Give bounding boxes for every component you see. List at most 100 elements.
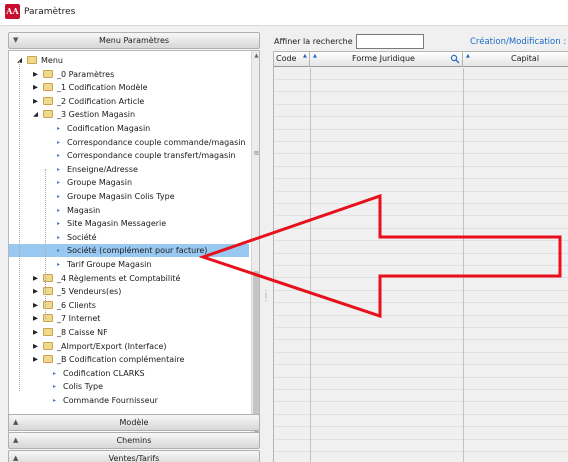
tree-leaf-item[interactable]: ▸ Commande Fournisseur xyxy=(9,394,249,407)
table-row[interactable] xyxy=(274,204,568,217)
tree-leaf-item[interactable]: ▸ Colis Type xyxy=(9,380,249,393)
accordion-header-label: Ventes/Tarifs xyxy=(108,454,160,462)
expand-icon[interactable]: ▶ xyxy=(31,81,40,94)
folder-icon xyxy=(43,69,53,78)
tree-leaf-item[interactable]: ▸ Correspondance couple commande/magasin xyxy=(9,136,249,149)
leaf-bullet-icon: ▸ xyxy=(57,125,61,132)
title-bar: AA Paramètres xyxy=(0,0,568,26)
table-row[interactable] xyxy=(274,440,568,452)
folder-icon xyxy=(43,355,53,364)
accordion-header-modele[interactable]: ▲ Modèle xyxy=(8,414,260,431)
tree-scrollbar[interactable]: ▲ ≡ ▼ xyxy=(251,51,259,439)
table-row[interactable] xyxy=(274,415,568,428)
window-title: Paramètres xyxy=(24,7,76,17)
tree-leaf-item[interactable]: ▸ Correspondance couple transfert/magasin xyxy=(9,149,249,162)
sort-icon[interactable]: ▲ xyxy=(466,52,470,60)
search-label: Affiner la recherche : xyxy=(274,37,358,46)
tree-item-label: Société (complément pour facture) xyxy=(67,246,208,256)
search-input[interactable] xyxy=(356,34,424,49)
column-header-forme-juridique[interactable]: ▲ Forme Juridique xyxy=(310,52,463,67)
table-row[interactable] xyxy=(274,142,568,155)
table-row[interactable] xyxy=(274,155,568,167)
expand-icon[interactable]: ▶ xyxy=(31,312,40,325)
table-row[interactable] xyxy=(274,452,568,462)
magnifier-icon[interactable] xyxy=(450,54,460,64)
sort-icon[interactable]: ▲ xyxy=(313,52,317,60)
leaf-bullet-icon: ▸ xyxy=(57,179,61,187)
table-row[interactable] xyxy=(274,341,568,353)
table-row[interactable] xyxy=(274,93,568,105)
expand-icon[interactable]: ▶ xyxy=(31,68,40,81)
tree-item-label: _2 Codification Article xyxy=(57,96,145,106)
table-row[interactable] xyxy=(274,118,568,130)
splitter-grip-icon: ⋮ ⋮ xyxy=(262,289,270,302)
table-row[interactable] xyxy=(274,291,568,304)
tree-item-label: _3 Gestion Magasin xyxy=(57,110,136,120)
table-row[interactable] xyxy=(274,254,568,266)
table-row[interactable] xyxy=(274,217,568,229)
table-row[interactable] xyxy=(274,316,568,328)
expand-icon[interactable]: ▶ xyxy=(31,95,40,108)
table-row[interactable] xyxy=(274,304,568,316)
accordion-header-chemins[interactable]: ▲ Chemins xyxy=(8,432,260,449)
table-row[interactable] xyxy=(274,192,568,204)
tree-item-label: _AImport/Export (Interface) xyxy=(57,341,167,351)
table-row[interactable] xyxy=(274,366,568,378)
tree-folder-item[interactable]: ▶ _0 Paramètres xyxy=(9,68,249,81)
expand-icon[interactable]: ▶ xyxy=(31,326,40,339)
tree-folder-item[interactable]: ▶ _8 Caisse NF xyxy=(9,326,249,339)
folder-icon xyxy=(43,328,53,336)
tree-folder-item[interactable]: ▶ _AImport/Export (Interface) xyxy=(9,340,249,353)
accordion-header-ventes-tarifs[interactable]: ▲ Ventes/Tarifs xyxy=(8,450,260,462)
expand-icon[interactable]: ▶ xyxy=(31,353,40,366)
expand-icon[interactable]: ▶ xyxy=(31,272,40,285)
table-row[interactable] xyxy=(274,266,568,279)
tree-item-label: Colis Type xyxy=(63,382,104,392)
tree-leaf-item[interactable]: ▸ Codification Magasin xyxy=(9,122,249,135)
table-row[interactable] xyxy=(274,105,568,118)
sort-icon[interactable]: ▲ xyxy=(303,52,307,60)
table-row[interactable] xyxy=(274,167,568,180)
tree-folder-item[interactable]: ◢ Menu xyxy=(9,54,249,67)
tree-item-label: Commande Fournisseur xyxy=(63,396,158,405)
column-header-capital[interactable]: ▲ Capital xyxy=(463,52,568,67)
collapse-icon[interactable]: ◢ xyxy=(31,108,40,121)
tree-folder-item[interactable]: ◢ _3 Gestion Magasin xyxy=(9,108,249,121)
table-row[interactable] xyxy=(274,353,568,366)
table-row[interactable] xyxy=(274,68,568,80)
tree-folder-item[interactable]: ▶ _1 Codification Modèle xyxy=(9,81,249,94)
tree-folder-item[interactable]: ▶ _B Codification complémentaire xyxy=(9,353,249,366)
tree-item-label: Codification CLARKS xyxy=(63,368,145,378)
leaf-bullet-icon: ▸ xyxy=(57,247,61,255)
accordion-header-menu-parametres[interactable]: ▼ Menu Paramètres xyxy=(8,32,260,49)
expand-icon[interactable]: ▶ xyxy=(31,340,40,353)
table-row[interactable] xyxy=(274,180,568,192)
table-row[interactable] xyxy=(274,390,568,403)
table-row[interactable] xyxy=(274,279,568,291)
column-header-code[interactable]: Code ▲ xyxy=(274,52,310,67)
table-row[interactable] xyxy=(274,428,568,440)
column-divider xyxy=(463,68,464,462)
tree-item-label: Groupe Magasin xyxy=(67,178,133,188)
table-row[interactable] xyxy=(274,328,568,341)
tree-leaf-item[interactable]: ▸ Codification CLARKS xyxy=(9,367,249,380)
table-row[interactable] xyxy=(274,80,568,93)
leaf-bullet-icon: ▸ xyxy=(57,206,61,214)
expand-icon[interactable]: ▶ xyxy=(31,299,40,312)
table-row[interactable] xyxy=(274,130,568,142)
tree-item-label: _4 Règlements et Comptabilité xyxy=(57,273,181,283)
grid-header: Code ▲ ▲ Forme Juridique ▲ Capital xyxy=(274,52,568,67)
scrollbar-thumb[interactable] xyxy=(253,271,259,431)
folder-icon xyxy=(43,96,53,105)
column-divider xyxy=(310,68,311,462)
expand-icon[interactable]: ▶ xyxy=(31,285,40,298)
table-row[interactable] xyxy=(274,403,568,415)
table-row[interactable] xyxy=(274,242,568,254)
panel-splitter[interactable]: ⋮ ⋮ xyxy=(261,30,270,462)
creation-modification-label[interactable]: Création/Modification : xyxy=(470,37,566,47)
table-row[interactable] xyxy=(274,378,568,390)
tree-folder-item[interactable]: ▶ _2 Codification Article xyxy=(9,95,249,108)
scroll-up-icon[interactable]: ▲ xyxy=(252,51,259,61)
table-row[interactable] xyxy=(274,229,568,242)
collapse-icon: ▼ xyxy=(13,36,19,44)
